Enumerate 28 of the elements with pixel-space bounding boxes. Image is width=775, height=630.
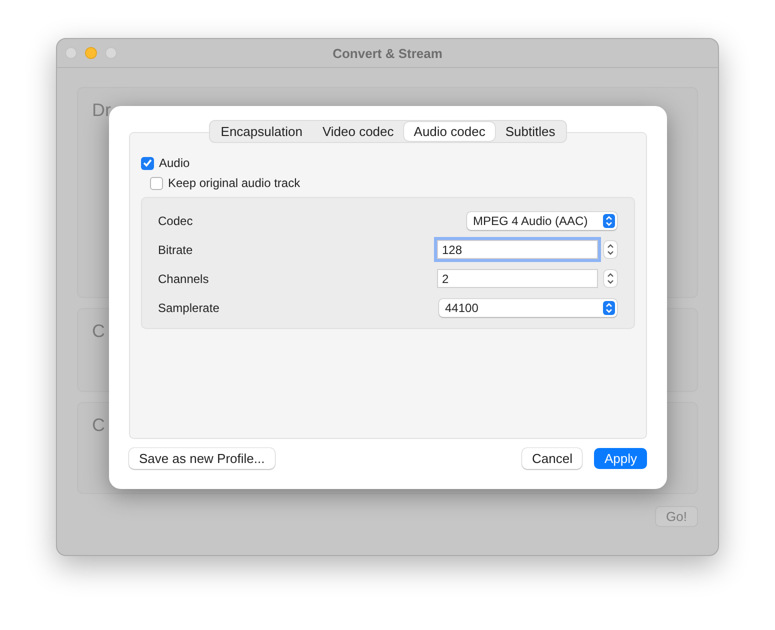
popup-menu[interactable]: 44100	[439, 298, 617, 316]
setting-label: Channels	[158, 272, 209, 286]
setting-label: Codec	[158, 214, 193, 228]
tab[interactable]: Audio codec	[404, 122, 496, 141]
cancel-button[interactable]: Cancel	[522, 448, 582, 469]
tab[interactable]: Video codec	[312, 122, 404, 141]
popup-menu[interactable]: MPEG 4 Audio (AAC)	[467, 212, 617, 230]
minimize-button[interactable]	[85, 47, 97, 59]
setting-label: Samplerate	[158, 300, 220, 314]
stepper-icon[interactable]	[604, 270, 617, 287]
keep-track-checkbox[interactable]	[150, 176, 163, 190]
section-heading: C	[92, 321, 105, 341]
section-heading: Dr	[92, 100, 111, 120]
audio-checkbox[interactable]	[141, 156, 154, 170]
checkbox-label: Audio	[159, 156, 190, 170]
stepper-icon[interactable]	[604, 241, 617, 258]
up-down-arrows-icon	[603, 214, 615, 228]
text-field[interactable]: 2	[437, 269, 598, 288]
apply-button[interactable]: Apply	[594, 448, 647, 469]
tab[interactable]: Subtitles	[495, 122, 566, 141]
section-heading: C	[92, 415, 105, 435]
setting-label: Bitrate	[158, 242, 193, 256]
window-title: Convert & Stream	[332, 46, 442, 60]
save-profile-button[interactable]: Save as new Profile...	[129, 448, 275, 469]
text-field[interactable]: 128	[437, 240, 598, 259]
tab[interactable]: Encapsulation	[210, 122, 312, 141]
up-down-arrows-icon	[603, 300, 615, 314]
checkbox-label: Keep original audio track	[168, 176, 300, 190]
